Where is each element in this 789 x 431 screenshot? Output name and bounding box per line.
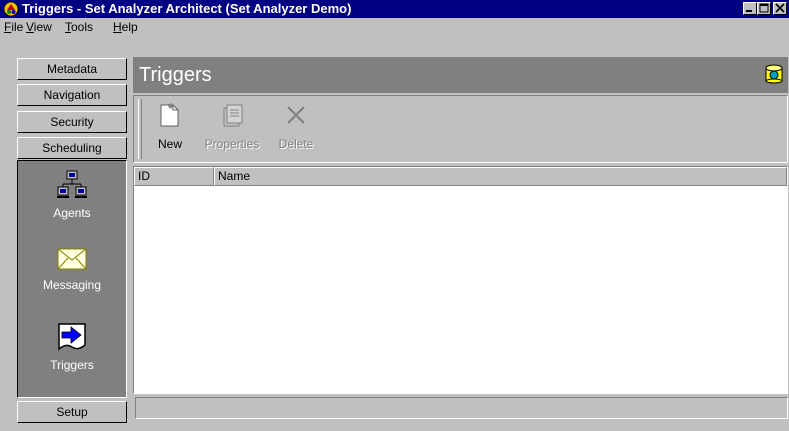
nav-button-setup[interactable]: Setup xyxy=(17,401,127,423)
column-header-id[interactable]: ID xyxy=(134,167,214,186)
new-document-icon xyxy=(160,103,179,127)
nav-button-scheduling[interactable]: Scheduling xyxy=(17,137,127,159)
close-button[interactable] xyxy=(773,2,787,15)
agents-icon xyxy=(57,170,87,198)
scheduling-panel: Agents Messaging Triggers xyxy=(17,160,127,398)
properties-button[interactable]: Properties xyxy=(200,102,264,151)
nav-item-triggers[interactable]: Triggers xyxy=(18,321,126,372)
menu-help[interactable]: Help xyxy=(113,20,138,35)
properties-icon xyxy=(223,104,243,127)
nav-button-metadata[interactable]: Metadata xyxy=(17,58,127,80)
properties-button-label: Properties xyxy=(204,137,260,151)
menu-bar: File View Tools Help xyxy=(0,18,789,37)
app-window: Triggers - Set Analyzer Architect (Set A… xyxy=(0,0,789,431)
toolbar-grip[interactable] xyxy=(138,99,142,159)
column-header-name[interactable]: Name xyxy=(214,167,787,186)
status-bar xyxy=(135,397,788,419)
toolbar: New Properties Delete xyxy=(133,95,788,163)
nav-button-navigation[interactable]: Navigation xyxy=(17,84,127,106)
app-icon[interactable] xyxy=(3,1,19,17)
nav-item-triggers-label: Triggers xyxy=(50,358,94,372)
database-icon[interactable] xyxy=(764,64,784,84)
delete-icon xyxy=(287,106,305,124)
triggers-list[interactable]: ID Name xyxy=(133,166,788,394)
new-button-label: New xyxy=(157,137,182,151)
menu-view[interactable]: View xyxy=(26,20,52,35)
triggers-icon xyxy=(58,323,86,351)
nav-button-security[interactable]: Security xyxy=(17,111,127,133)
envelope-icon xyxy=(57,248,87,270)
nav-item-agents[interactable]: Agents xyxy=(18,169,126,220)
close-icon xyxy=(775,3,785,13)
nav-item-messaging[interactable]: Messaging xyxy=(18,245,126,292)
title-bar[interactable]: Triggers - Set Analyzer Architect (Set A… xyxy=(0,0,789,18)
menu-tools[interactable]: Tools xyxy=(65,20,93,35)
window-title: Triggers - Set Analyzer Architect (Set A… xyxy=(22,1,352,16)
new-button[interactable]: New xyxy=(148,102,192,151)
page-title: Triggers xyxy=(139,64,212,86)
delete-button-label: Delete xyxy=(278,137,314,151)
menu-file[interactable]: File xyxy=(4,20,23,35)
nav-item-agents-label: Agents xyxy=(53,206,91,220)
maximize-icon xyxy=(759,3,769,13)
minimize-icon xyxy=(746,10,752,12)
minimize-button[interactable] xyxy=(743,2,757,15)
maximize-button[interactable] xyxy=(757,2,771,15)
delete-button[interactable]: Delete xyxy=(274,102,318,151)
nav-item-messaging-label: Messaging xyxy=(42,278,102,292)
page-header: Triggers xyxy=(133,57,788,93)
